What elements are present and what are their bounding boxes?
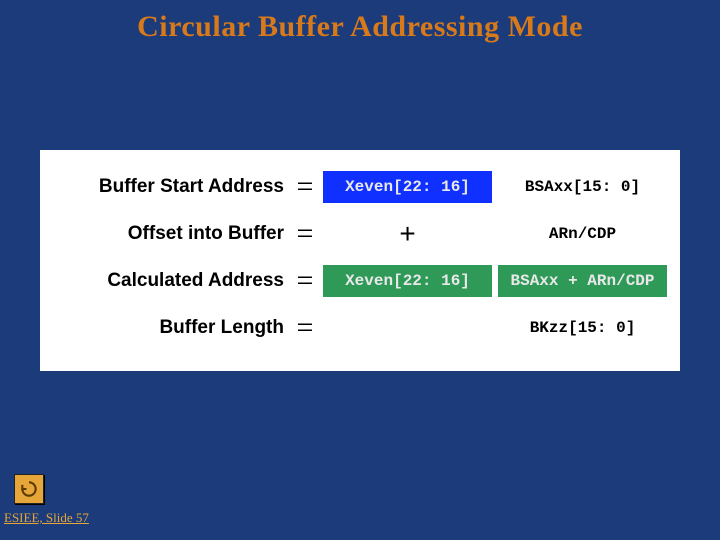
label-calc-addr: Calculated Address (40, 270, 290, 292)
slide: Circular Buffer Addressing Mode Buffer S… (0, 0, 720, 540)
row-calc-addr: Calculated Address = Xeven[22: 16] BSAxx… (40, 259, 680, 303)
label-offset: Offset into Buffer (40, 223, 290, 245)
address-panel: Buffer Start Address = Xeven[22: 16] BSA… (40, 150, 680, 371)
equals: = (290, 170, 320, 204)
equals: = (290, 311, 320, 345)
plus-sign: + (320, 218, 495, 250)
cell-bkzz: BKzz[15: 0] (498, 312, 667, 344)
slide-title: Circular Buffer Addressing Mode (0, 10, 720, 44)
label-buf-len: Buffer Length (40, 317, 290, 339)
equals: = (290, 264, 320, 298)
footer-label: ESIEE, Slide 57 (4, 510, 89, 526)
cell-xeven-hi: Xeven[22: 16] (323, 171, 492, 203)
cell-bsaxx: BSAxx[15: 0] (498, 171, 667, 203)
cell-xeven-hi-2: Xeven[22: 16] (323, 265, 492, 297)
label-buffer-start: Buffer Start Address (40, 176, 290, 198)
equals: = (290, 217, 320, 251)
row-offset: Offset into Buffer = + ARn/CDP (40, 212, 680, 256)
return-icon[interactable] (14, 474, 44, 504)
row-buffer-start: Buffer Start Address = Xeven[22: 16] BSA… (40, 165, 680, 209)
cell-arn: ARn/CDP (498, 218, 667, 250)
row-buf-len: Buffer Length = BKzz[15: 0] (40, 306, 680, 350)
cell-sum: BSAxx + ARn/CDP (498, 265, 667, 297)
